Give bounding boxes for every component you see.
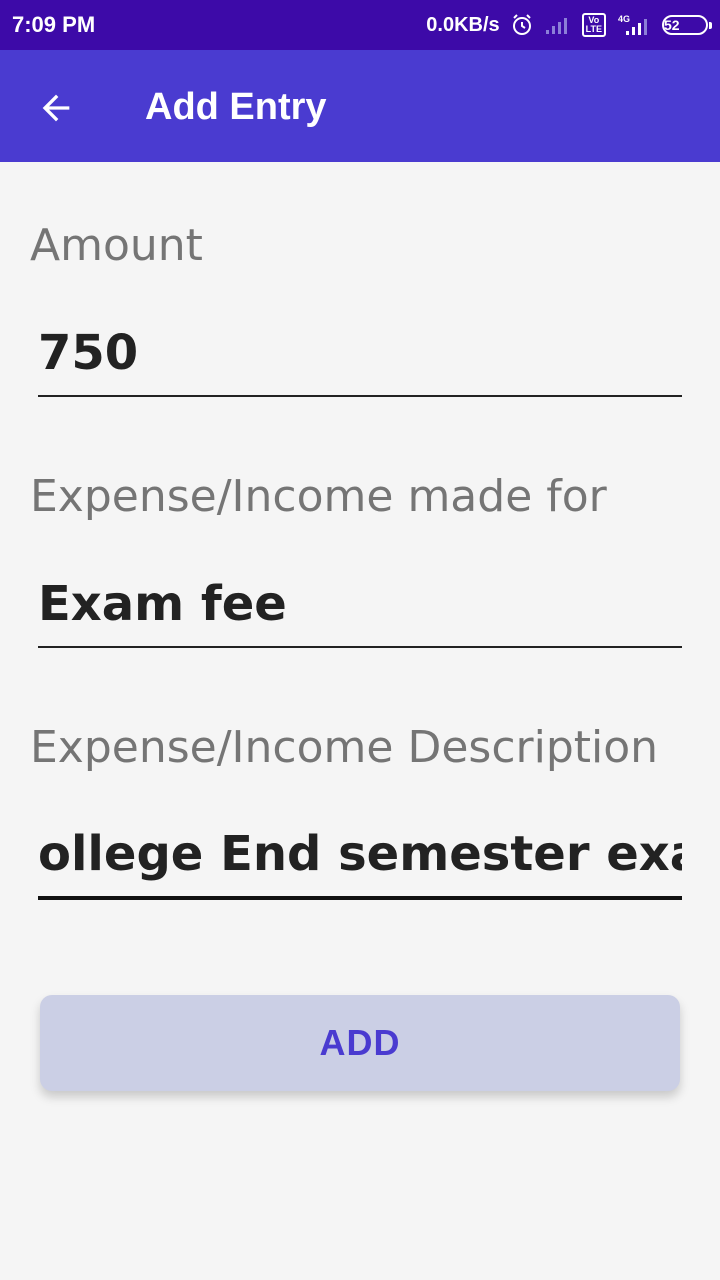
battery-level: 52 — [664, 17, 680, 33]
status-bar: 7:09 PM 0.0KB/s Vo LTE 4G 52 — [0, 0, 720, 50]
amount-label: Amount — [30, 220, 203, 271]
back-button[interactable] — [28, 80, 84, 136]
description-value: ollege End semester exar — [38, 830, 682, 882]
signal-icon — [544, 14, 572, 36]
app-bar: Add Entry — [0, 50, 720, 162]
battery-icon: 52 — [662, 15, 712, 35]
description-label: Expense/Income Description — [30, 722, 659, 773]
page-title: Add Entry — [145, 86, 327, 128]
status-time: 7:09 PM — [12, 12, 96, 37]
network-speed: 0.0KB/s — [426, 13, 500, 36]
volte-icon: Vo LTE — [581, 13, 606, 37]
arrow-left-icon — [42, 94, 70, 122]
add-button[interactable]: ADD — [40, 995, 680, 1091]
made-for-label: Expense/Income made for — [30, 471, 607, 522]
made-for-input[interactable]: Exam fee — [38, 578, 682, 648]
svg-text:4G: 4G — [618, 14, 630, 24]
amount-value: 750 — [38, 327, 139, 381]
made-for-value: Exam fee — [38, 578, 287, 632]
battery-tip — [709, 22, 712, 29]
description-input[interactable]: ollege End semester exar — [38, 830, 682, 900]
amount-input[interactable]: 750 — [38, 327, 682, 397]
status-icons: 0.0KB/s Vo LTE 4G 52 — [426, 10, 712, 40]
alarm-icon — [510, 13, 534, 37]
signal-4g-icon: 4G — [616, 13, 652, 37]
